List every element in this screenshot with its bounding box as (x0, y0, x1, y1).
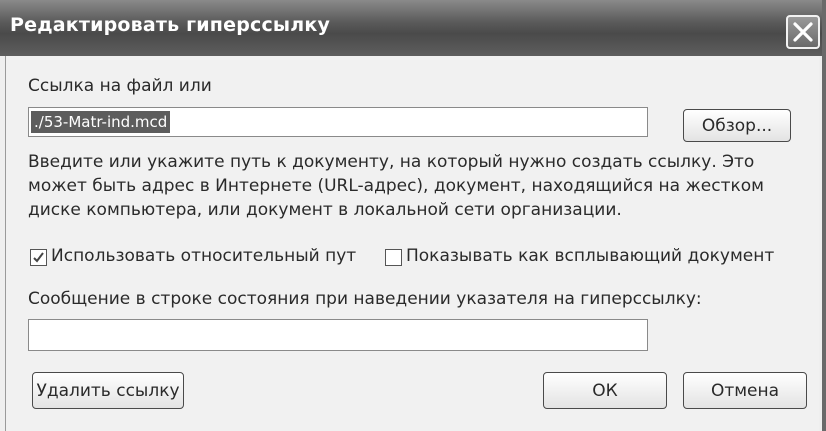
dialog-body: Ссылка на файл или ./53-Matr-ind.mcd Обз… (5, 56, 819, 431)
link-path-value: ./53-Matr-ind.mcd (31, 111, 171, 133)
link-path-input[interactable]: ./53-Matr-ind.mcd (28, 107, 648, 137)
remove-link-button[interactable]: Удалить ссылку (32, 372, 184, 409)
edit-hyperlink-dialog: Редактировать гиперссылку Ссылка на файл… (0, 0, 826, 431)
title-bar[interactable]: Редактировать гиперссылку (0, 0, 822, 56)
relative-path-checkbox[interactable] (30, 249, 47, 266)
close-button[interactable] (786, 15, 820, 49)
status-message-label: Сообщение в строке состояния при наведен… (28, 289, 702, 309)
checkmark-icon (33, 252, 44, 263)
dialog-title: Редактировать гиперссылку (10, 14, 331, 36)
popup-document-label[interactable]: Показывать как всплывающий документ (406, 246, 774, 266)
relative-path-label[interactable]: Использовать относительный пут (51, 246, 356, 266)
browse-button[interactable]: Обзор... (683, 109, 791, 142)
ok-button[interactable]: ОК (543, 372, 667, 409)
help-text: Введите или укажите путь к документу, на… (28, 152, 764, 220)
link-label: Ссылка на файл или (28, 76, 212, 96)
popup-document-checkbox[interactable] (385, 249, 402, 266)
cancel-button[interactable]: Отмена (683, 372, 807, 409)
close-icon (793, 22, 813, 42)
status-message-input[interactable] (28, 319, 648, 351)
